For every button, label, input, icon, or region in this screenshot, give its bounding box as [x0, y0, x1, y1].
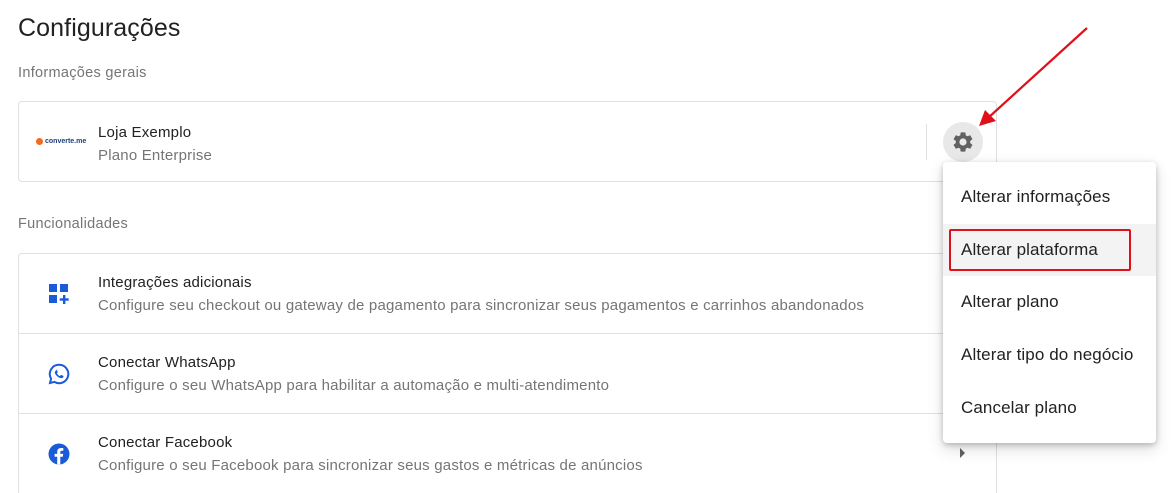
- feature-title: Integrações adicionais: [98, 274, 252, 291]
- feature-item-whatsapp[interactable]: Conectar WhatsApp Configure o seu WhatsA…: [19, 334, 996, 414]
- feature-title: Conectar Facebook: [98, 434, 233, 451]
- gear-icon: [953, 132, 973, 152]
- menu-item-alterar-tipo-negocio[interactable]: Alterar tipo do negócio: [943, 329, 1156, 382]
- logo-text: converte.me: [45, 138, 87, 145]
- menu-item-alterar-plano[interactable]: Alterar plano: [943, 276, 1156, 329]
- page-title: Configurações: [18, 14, 181, 42]
- feature-item-integrations[interactable]: Integrações adicionais Configure seu che…: [19, 254, 996, 334]
- chevron-right-icon: [960, 448, 965, 458]
- store-card: converte.me Loja Exemplo Plano Enterpris…: [18, 101, 997, 182]
- store-plan: Plano Enterprise: [98, 147, 213, 164]
- feature-subtitle: Configure o seu Facebook para sincroniza…: [98, 457, 643, 474]
- features-list: Integrações adicionais Configure seu che…: [18, 253, 997, 493]
- menu-item-alterar-plataforma[interactable]: Alterar plataforma: [943, 223, 1156, 277]
- whatsapp-icon: [47, 362, 71, 386]
- logo-mark-icon: [36, 138, 43, 145]
- store-logo: converte.me: [36, 138, 86, 145]
- section-label-general: Informações gerais: [18, 65, 147, 81]
- section-label-features: Funcionalidades: [18, 216, 129, 232]
- feature-item-facebook[interactable]: Conectar Facebook Configure o seu Facebo…: [19, 414, 996, 493]
- feature-subtitle: Configure o seu WhatsApp para habilitar …: [98, 377, 610, 394]
- facebook-icon: [47, 442, 71, 466]
- menu-item-cancelar-plano[interactable]: Cancelar plano: [943, 381, 1156, 434]
- settings-dropdown-menu: Alterar informações Alterar plataforma A…: [943, 162, 1156, 443]
- feature-subtitle: Configure seu checkout ou gateway de pag…: [98, 297, 865, 314]
- add-grid-icon: [47, 282, 71, 306]
- feature-title: Conectar WhatsApp: [98, 354, 236, 371]
- annotation-highlight-box: [949, 228, 1131, 271]
- store-name: Loja Exemplo: [98, 124, 192, 141]
- divider: [926, 124, 927, 160]
- menu-item-alterar-informacoes[interactable]: Alterar informações: [943, 171, 1156, 224]
- settings-page: Configurações Informações gerais convert…: [0, 0, 1172, 493]
- settings-gear-button[interactable]: [943, 122, 983, 162]
